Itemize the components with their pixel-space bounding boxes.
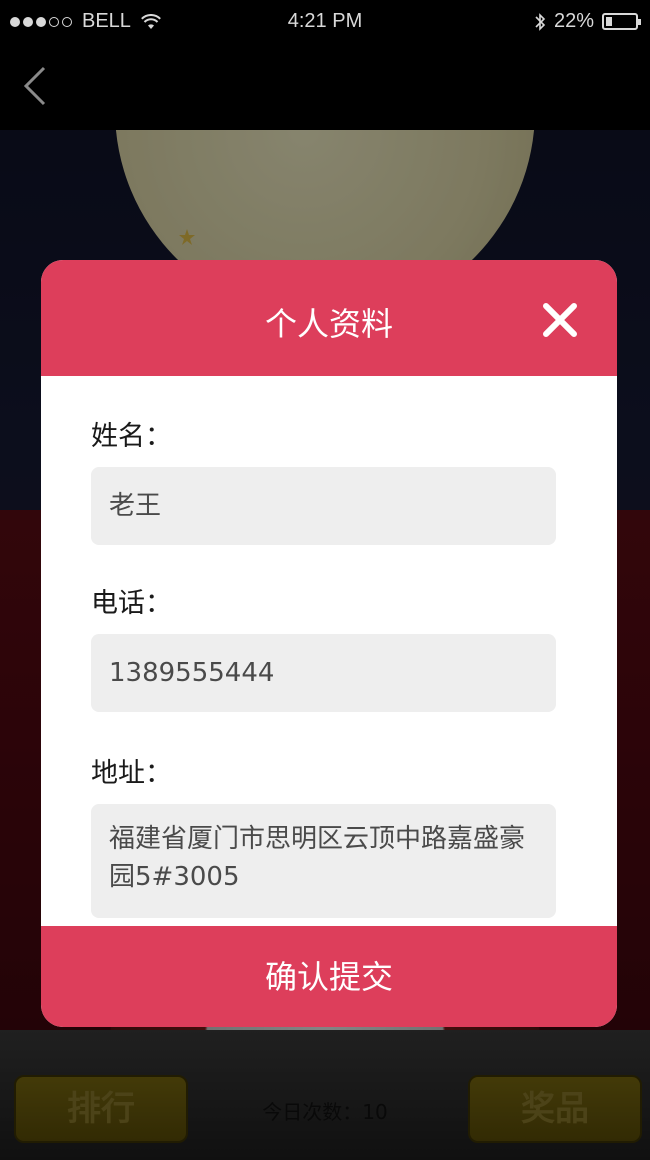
- status-right: 22%: [534, 10, 641, 33]
- submit-button[interactable]: 确认提交: [41, 926, 617, 1027]
- battery-percent: 22%: [553, 10, 594, 32]
- bluetooth-icon: [535, 12, 546, 31]
- close-icon: [543, 303, 577, 337]
- address-field[interactable]: 福建省厦门市思明区云顶中路嘉盛豪园5#3005: [91, 804, 556, 918]
- close-button[interactable]: [541, 301, 579, 339]
- battery-level: [606, 17, 612, 26]
- chevron-left-icon: [23, 66, 46, 106]
- phone-field[interactable]: [91, 634, 556, 712]
- nav-bar: [0, 44, 650, 130]
- phone-label: 电话：: [91, 588, 172, 619]
- address-label: 地址：: [91, 758, 172, 789]
- profile-dialog: 个人资料 姓名： 电话： 地址： 福建省厦门市思明区云顶中路嘉盛豪园5#3005…: [41, 260, 617, 1027]
- name-label: 姓名：: [91, 421, 172, 452]
- status-bar: BELL 4:21 PM 22%: [0, 0, 650, 44]
- dialog-body: 姓名： 电话： 地址： 福建省厦门市思明区云顶中路嘉盛豪园5#3005: [41, 376, 617, 926]
- name-field[interactable]: [91, 467, 556, 545]
- dialog-header: 个人资料: [41, 260, 617, 376]
- battery-icon: [602, 13, 641, 30]
- dialog-title: 个人资料: [264, 305, 393, 343]
- back-button[interactable]: [18, 62, 58, 112]
